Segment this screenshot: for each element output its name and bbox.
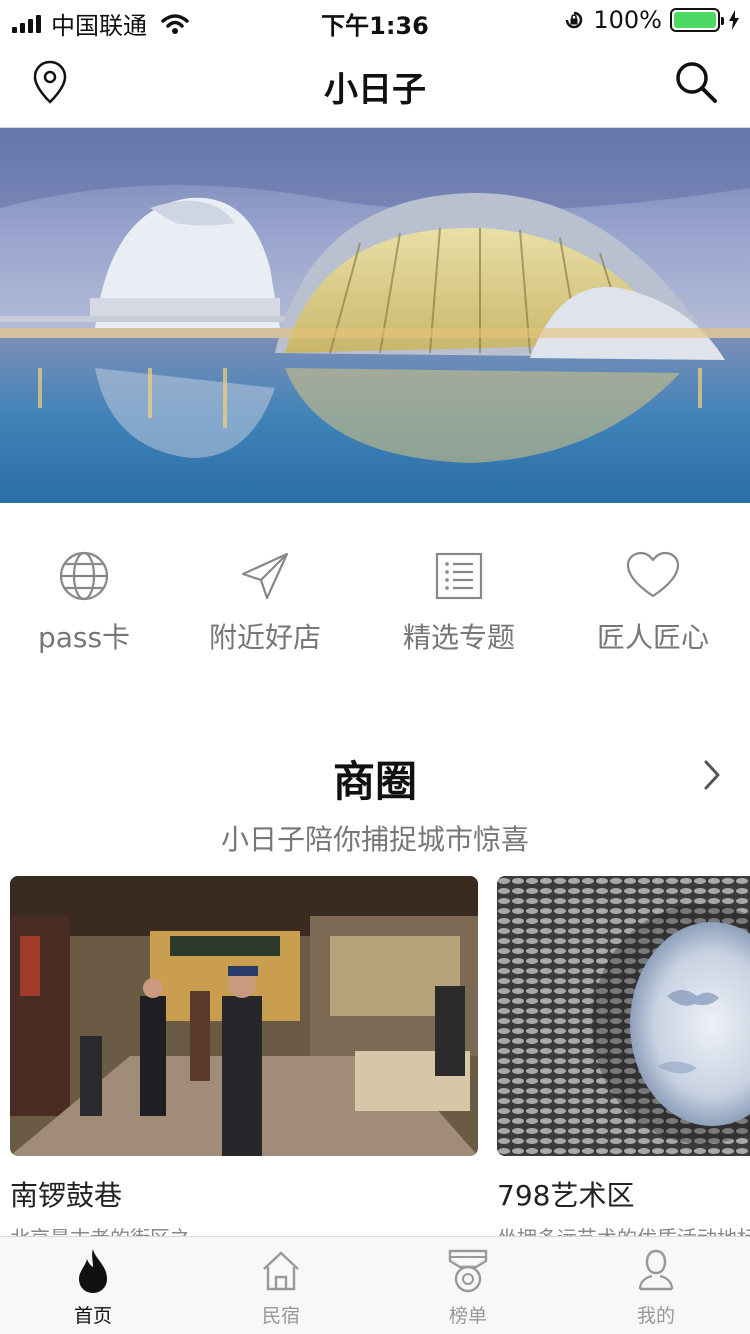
- tab-ranking[interactable]: 榜单: [408, 1247, 528, 1328]
- hero-image: [0, 128, 750, 503]
- chevron-right-icon[interactable]: [700, 758, 724, 792]
- card-name: 798艺术区: [497, 1179, 635, 1212]
- menu-label: 附近好店: [208, 621, 321, 654]
- house-icon: [263, 1251, 299, 1291]
- card-name: 南锣鼓巷: [10, 1179, 123, 1212]
- menu-label: 匠人匠心: [596, 621, 709, 654]
- district-card[interactable]: 798艺术区 坐拥多远艺术的优质活动地标: [497, 876, 750, 1251]
- quick-menu: pass卡 附近好店 精选专题 匠人匠心: [0, 550, 750, 670]
- search-icon[interactable]: [672, 58, 720, 106]
- tab-label: 民宿: [261, 1305, 300, 1327]
- hero-banner[interactable]: [0, 128, 750, 503]
- battery-percent: 100%: [593, 6, 662, 34]
- menu-item-nearby-shops[interactable]: 附近好店: [175, 550, 355, 656]
- page-title: 小日子: [324, 70, 426, 110]
- tab-label: 我的: [636, 1305, 675, 1327]
- section-title: 商圈: [332, 757, 417, 806]
- menu-item-craftsman[interactable]: 匠人匠心: [563, 550, 743, 656]
- tab-bar: 首页 民宿 榜单 我的: [0, 1236, 750, 1334]
- globe-icon: [59, 551, 109, 601]
- list-icon: [435, 552, 483, 600]
- paper-plane-icon: [241, 552, 289, 600]
- tab-home[interactable]: 首页: [33, 1247, 153, 1328]
- tab-label: 榜单: [448, 1305, 487, 1327]
- district-card[interactable]: 南锣鼓巷 北京最古老的街区之一: [10, 876, 478, 1251]
- menu-label: 精选专题: [402, 621, 515, 654]
- tab-profile[interactable]: 我的: [596, 1247, 716, 1328]
- menu-item-featured-topics[interactable]: 精选专题: [369, 550, 549, 656]
- rotation-lock-icon: [566, 11, 583, 29]
- card-photo: [10, 876, 478, 1156]
- section-subtitle: 小日子陪你捕捉城市惊喜: [220, 823, 529, 856]
- status-right: 100%: [563, 6, 740, 34]
- tab-label: 首页: [73, 1305, 112, 1327]
- menu-item-pass-card[interactable]: pass卡: [0, 550, 174, 656]
- heart-icon: [626, 551, 680, 598]
- card-photo: [497, 876, 750, 1156]
- battery-icon: [670, 8, 724, 32]
- tab-homestay[interactable]: 民宿: [221, 1247, 341, 1328]
- status-bar: 中国联通 下午1:36 100%: [0, 0, 750, 40]
- user-icon: [638, 1249, 674, 1291]
- charging-bolt-icon: [729, 10, 739, 30]
- flame-icon: [79, 1249, 107, 1293]
- nav-bar: 小日子: [0, 40, 750, 128]
- menu-label: pass卡: [37, 621, 131, 654]
- medal-icon: [448, 1249, 488, 1293]
